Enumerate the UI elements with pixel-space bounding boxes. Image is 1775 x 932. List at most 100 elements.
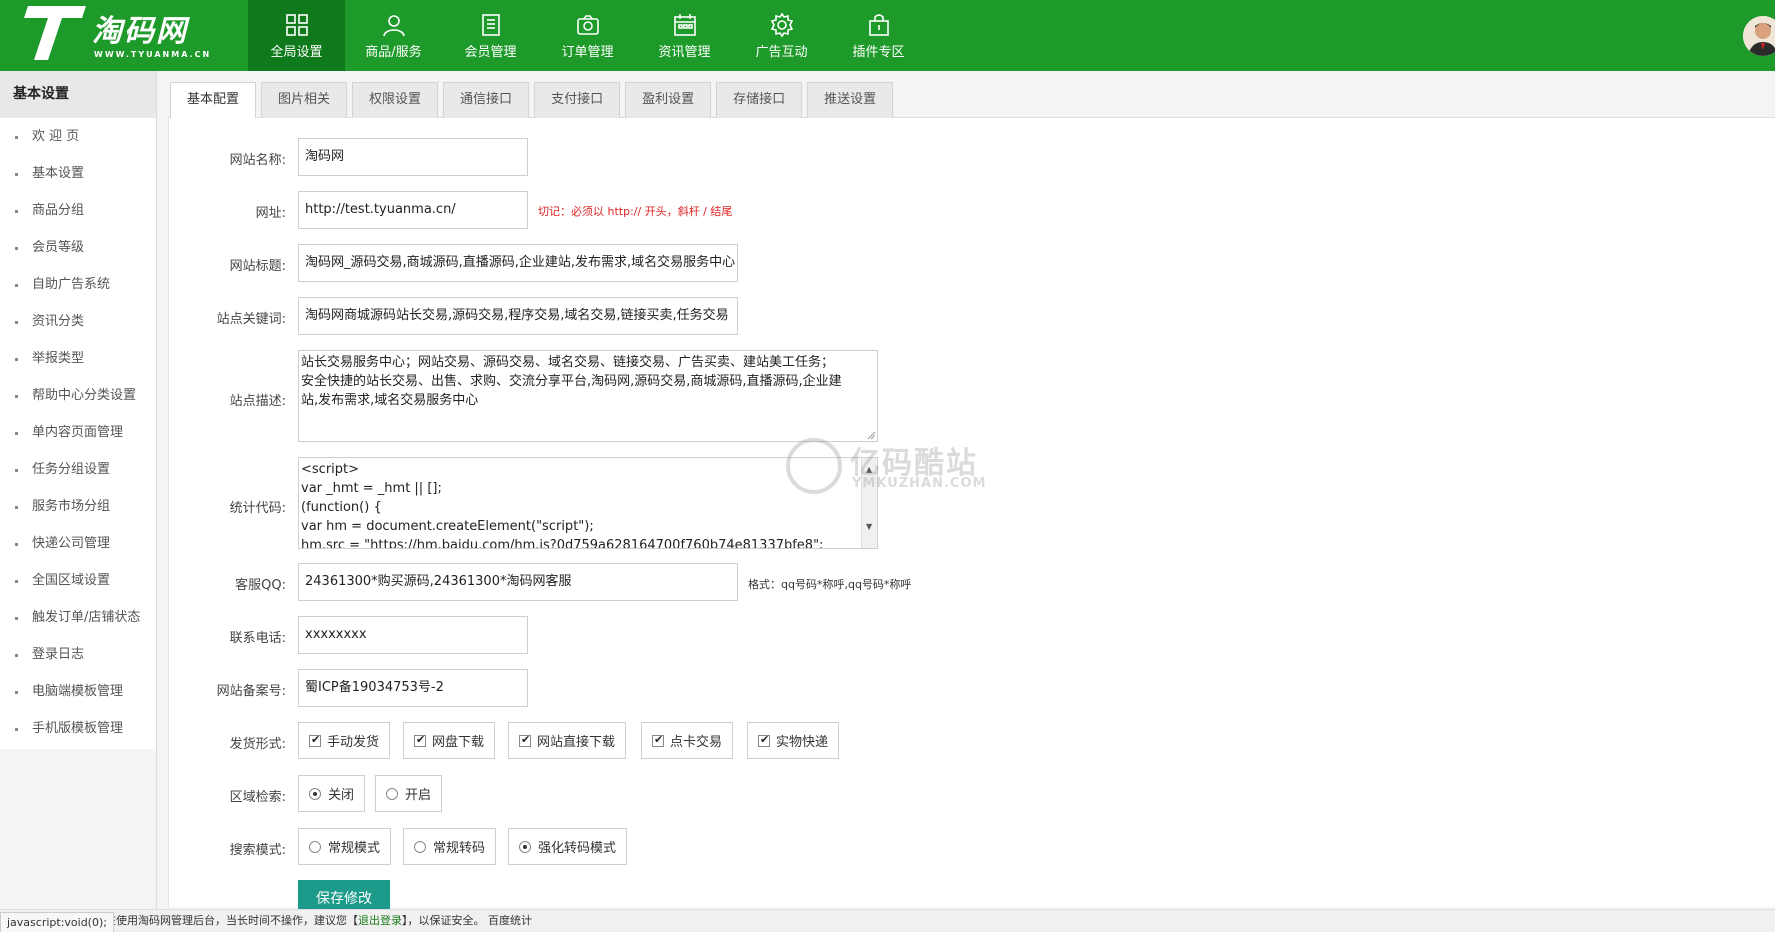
logo-t-icon bbox=[24, 6, 86, 60]
url-label: 网址: bbox=[255, 206, 286, 221]
site-name-label: 网站名称: bbox=[229, 153, 286, 168]
checkbox-icon[interactable] bbox=[652, 733, 664, 747]
bag-icon bbox=[868, 14, 889, 36]
sidebar-item-trigger-status[interactable]: 触发订单/店铺状态 bbox=[0, 605, 156, 642]
sidebar-item-login-log[interactable]: 登录日志 bbox=[0, 642, 156, 679]
user-icon bbox=[382, 15, 405, 37]
tab-storage[interactable]: 存储接口 bbox=[716, 82, 803, 118]
grid-icon bbox=[285, 14, 308, 36]
radio-icon[interactable] bbox=[414, 840, 426, 853]
site-name-input[interactable]: 淘码网 bbox=[298, 138, 528, 176]
logo[interactable]: 淘码网 WWW.TYUANMA.CN bbox=[0, 0, 248, 71]
sidebar-item-product-groups[interactable]: 商品分组 bbox=[0, 198, 156, 235]
radio-icon[interactable] bbox=[519, 840, 531, 853]
description-line: 站,发布需求,域名交易服务中心 bbox=[301, 393, 479, 408]
sidebar-item-task-groups[interactable]: 任务分组设置 bbox=[0, 457, 156, 494]
nav-products[interactable]: 商品/服务 bbox=[345, 0, 442, 71]
sidebar-item-mobile-templates[interactable]: 手机版模板管理 bbox=[0, 716, 156, 753]
status-url: javascript:void(0); bbox=[0, 912, 114, 932]
nav-global-settings[interactable]: 全局设置 bbox=[248, 0, 345, 71]
sidebar-item-regions[interactable]: 全国区域设置 bbox=[0, 568, 156, 605]
site-title-input[interactable]: 淘码网_源码交易,商城源码,直播源码,企业建站,发布需求,域名交易服务中心 bbox=[298, 244, 738, 282]
logout-link[interactable]: 退出登录 bbox=[358, 914, 402, 927]
gear-icon bbox=[770, 12, 793, 38]
document-icon bbox=[481, 14, 500, 36]
option-label: 强化转码模式 bbox=[538, 841, 617, 856]
code-line: var _hmt = _hmt || []; bbox=[301, 481, 442, 496]
sidebar-item-news-categories[interactable]: 资讯分类 bbox=[0, 309, 156, 346]
nav-label: 广告互动 bbox=[755, 45, 808, 60]
phone-input[interactable]: xxxxxxxx bbox=[298, 616, 528, 654]
description-line: 安全快捷的站长交易、出售、求购、交流分享平台,淘码网,源码交易,商城源码,直播源… bbox=[301, 374, 842, 389]
stats-code-label: 统计代码: bbox=[229, 501, 286, 516]
sidebar-item-report-types[interactable]: 举报类型 bbox=[0, 346, 156, 383]
phone-label: 联系电话: bbox=[229, 631, 286, 646]
qq-input[interactable]: 24361300*购买源码,24361300*淘码网客服 bbox=[298, 563, 738, 601]
checkbox-icon[interactable] bbox=[309, 733, 321, 747]
sidebar-filler bbox=[0, 749, 157, 909]
watermark-logo-icon bbox=[786, 438, 842, 494]
calendar-icon bbox=[673, 14, 696, 36]
tab-push[interactable]: 推送设置 bbox=[807, 82, 894, 118]
sidebar-item-basic-settings[interactable]: 基本设置 bbox=[0, 161, 156, 198]
tab-permissions[interactable]: 权限设置 bbox=[352, 82, 439, 118]
keywords-label: 站点关键词: bbox=[216, 312, 286, 327]
description-textarea[interactable]: 站长交易服务中心；网站交易、源码交易、域名交易、链接交易、广告买卖、建站美工任务… bbox=[298, 350, 878, 442]
nav-label: 商品/服务 bbox=[365, 45, 422, 60]
tab-images[interactable]: 图片相关 bbox=[261, 82, 348, 118]
sidebar-menu: 欢 迎 页 基本设置 商品分组 会员等级 自助广告系统 资讯分类 举报类型 帮助… bbox=[0, 118, 156, 753]
sidebar-item-welcome[interactable]: 欢 迎 页 bbox=[0, 124, 156, 161]
watermark-subtext: YMKUZHAN.COM bbox=[852, 476, 987, 491]
description-label: 站点描述: bbox=[229, 394, 286, 409]
search-option-enhanced[interactable]: 强化转码模式 bbox=[508, 828, 628, 865]
nav-news[interactable]: 资讯管理 bbox=[636, 0, 733, 71]
sidebar-item-self-ads[interactable]: 自助广告系统 bbox=[0, 272, 156, 309]
option-label: 网盘下载 bbox=[432, 735, 485, 750]
sidebar-item-couriers[interactable]: 快递公司管理 bbox=[0, 531, 156, 568]
top-header: 淘码网 WWW.TYUANMA.CN 全局设置 商品/服务 会员管理 订单管理 bbox=[0, 0, 1775, 71]
camera-icon bbox=[576, 15, 599, 35]
nav-members[interactable]: 会员管理 bbox=[442, 0, 539, 71]
code-line: <script> bbox=[301, 462, 360, 477]
sidebar-item-single-pages[interactable]: 单内容页面管理 bbox=[0, 420, 156, 457]
user-avatar-icon bbox=[1743, 16, 1775, 56]
sidebar-item-pc-templates[interactable]: 电脑端模板管理 bbox=[0, 679, 156, 716]
sidebar-item-member-levels[interactable]: 会员等级 bbox=[0, 235, 156, 272]
search-option-normal-transcode[interactable]: 常规转码 bbox=[403, 828, 497, 865]
checkbox-icon[interactable] bbox=[758, 733, 770, 747]
delivery-option-netdisk[interactable]: 网盘下载 bbox=[403, 722, 496, 759]
sidebar-item-market-groups[interactable]: 服务市场分组 bbox=[0, 494, 156, 531]
search-option-normal[interactable]: 常规模式 bbox=[298, 828, 392, 865]
delivery-option-express[interactable]: 实物快递 bbox=[747, 722, 840, 759]
tab-basic-config[interactable]: 基本配置 bbox=[170, 82, 257, 118]
checkbox-icon[interactable] bbox=[414, 733, 426, 747]
delivery-option-manual[interactable]: 手动发货 bbox=[298, 722, 391, 759]
radio-icon[interactable] bbox=[386, 787, 398, 800]
radio-icon[interactable] bbox=[309, 787, 321, 800]
search-mode-label: 搜索模式: bbox=[229, 843, 286, 858]
tab-communication[interactable]: 通信接口 bbox=[443, 82, 530, 118]
nav-label: 插件专区 bbox=[852, 45, 905, 60]
nav-ads[interactable]: 广告互动 bbox=[733, 0, 830, 71]
icp-label: 网站备案号: bbox=[216, 684, 286, 699]
delivery-option-card[interactable]: 点卡交易 bbox=[641, 722, 734, 759]
avatar[interactable] bbox=[1743, 16, 1775, 56]
scroll-down-icon[interactable]: ▼ bbox=[866, 517, 872, 536]
nav-plugins[interactable]: 插件专区 bbox=[830, 0, 927, 71]
qq-label: 客服QQ: bbox=[235, 578, 286, 593]
region-option-off[interactable]: 关闭 bbox=[298, 775, 366, 812]
tab-profit[interactable]: 盈利设置 bbox=[625, 82, 712, 118]
delivery-label: 发货形式: bbox=[229, 737, 286, 752]
tab-payment[interactable]: 支付接口 bbox=[534, 82, 621, 118]
region-option-on[interactable]: 开启 bbox=[375, 775, 443, 812]
site-title-label: 网站标题: bbox=[229, 259, 286, 274]
checkbox-icon[interactable] bbox=[519, 733, 531, 747]
radio-icon[interactable] bbox=[309, 840, 321, 853]
keywords-input[interactable]: 淘码网商城源码站长交易,源码交易,程序交易,域名交易,链接买卖,任务交易 bbox=[298, 297, 738, 335]
option-label: 点卡交易 bbox=[670, 735, 723, 750]
icp-input[interactable]: 蜀ICP备19034753号-2 bbox=[298, 669, 528, 707]
url-input[interactable]: http://test.tyuanma.cn/ bbox=[298, 191, 528, 229]
delivery-option-direct-download[interactable]: 网站直接下载 bbox=[508, 722, 627, 759]
nav-orders[interactable]: 订单管理 bbox=[539, 0, 636, 71]
sidebar-item-help-categories[interactable]: 帮助中心分类设置 bbox=[0, 383, 156, 420]
